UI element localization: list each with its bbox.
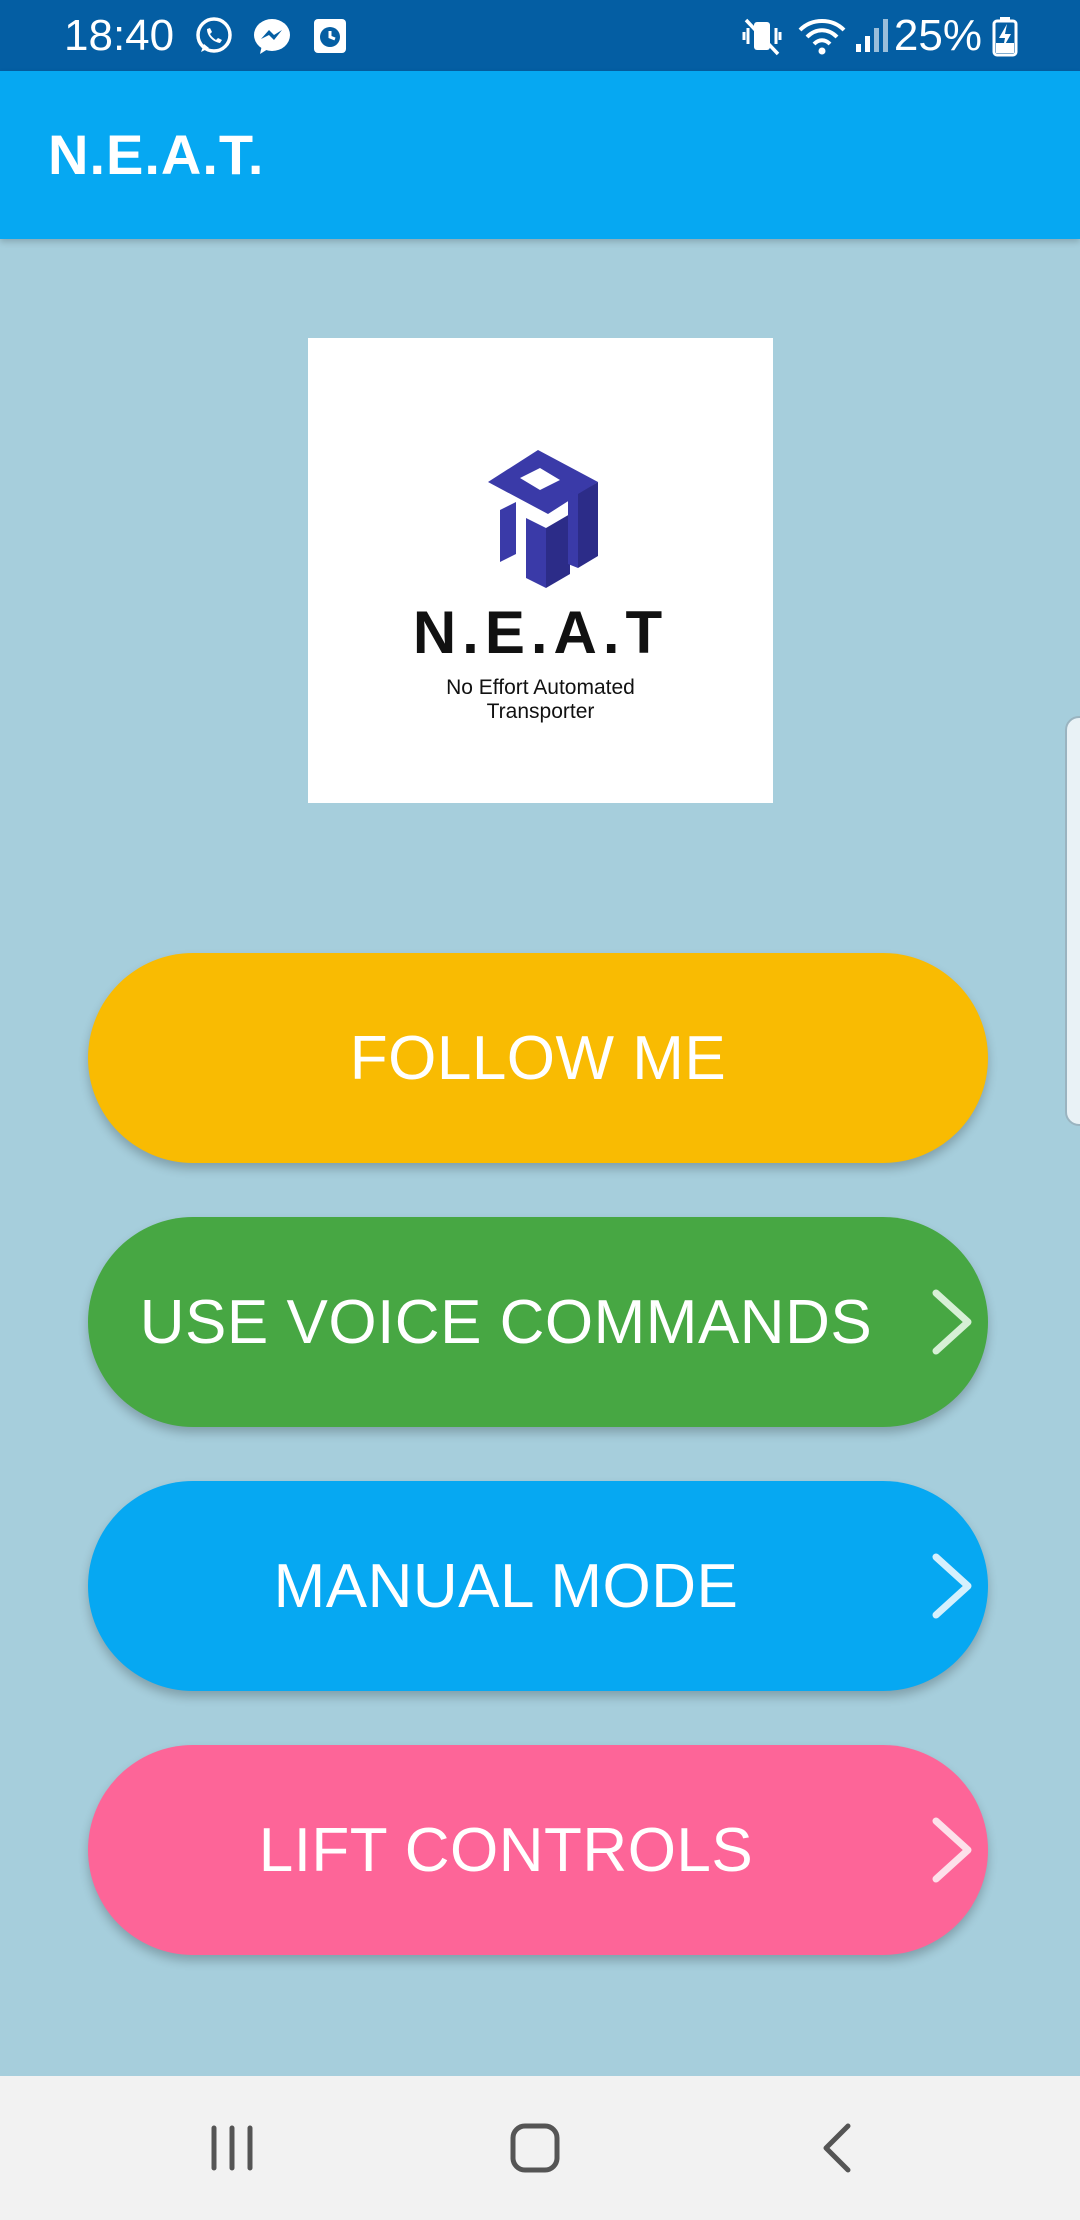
messenger-icon xyxy=(250,14,294,58)
lift-controls-button-label: LIFT CONTROLS xyxy=(258,1815,754,1885)
logo-subtitle: No Effort Automated Transporter xyxy=(308,676,773,724)
logo-card: N.E.A.T No Effort Automated Transporter xyxy=(308,338,773,803)
recents-button[interactable] xyxy=(182,2098,282,2198)
navigation-bar xyxy=(0,2076,1080,2220)
voice-commands-button-label: USE VOICE COMMANDS xyxy=(139,1287,873,1357)
chevron-right-icon xyxy=(932,1553,972,1619)
app-bar: N.E.A.T. xyxy=(0,71,1080,239)
wifi-icon xyxy=(796,14,848,58)
follow-me-button-label: FOLLOW ME xyxy=(349,1023,727,1093)
app-title: N.E.A.T. xyxy=(48,123,265,186)
follow-me-button[interactable]: FOLLOW ME xyxy=(88,953,988,1163)
app-screen: 18:40 25% N.E.A.T. N.E.A.T No Effort Aut… xyxy=(0,0,1080,2220)
signal-icon xyxy=(852,14,896,58)
mute-vibrate-icon xyxy=(740,14,784,58)
neat-logo-mark xyxy=(488,450,598,588)
chevron-right-icon xyxy=(932,1289,972,1355)
recents-icon xyxy=(211,2125,253,2171)
status-bar: 18:40 25% xyxy=(0,0,1080,71)
logo-subtitle-line1: No Effort Automated xyxy=(446,676,635,699)
battery-percent: 25% xyxy=(893,11,982,60)
manual-mode-button-label: MANUAL MODE xyxy=(273,1551,739,1621)
whatsapp-icon xyxy=(192,14,236,58)
back-icon xyxy=(823,2123,851,2173)
home-button[interactable] xyxy=(485,2098,585,2198)
edge-panel-handle[interactable] xyxy=(1065,716,1080,1126)
back-button[interactable] xyxy=(788,2098,888,2198)
battery-charging-icon xyxy=(990,14,1020,58)
chevron-right-icon xyxy=(932,1817,972,1883)
voice-commands-button[interactable]: USE VOICE COMMANDS xyxy=(88,1217,988,1427)
status-time: 18:40 xyxy=(64,11,175,60)
clock-app-icon xyxy=(308,14,352,58)
logo-subtitle-line2: Transporter xyxy=(486,700,595,723)
logo-title: N.E.A.T xyxy=(412,599,669,666)
home-icon xyxy=(510,2123,560,2173)
manual-mode-button[interactable]: MANUAL MODE xyxy=(88,1481,988,1691)
lift-controls-button[interactable]: LIFT CONTROLS xyxy=(88,1745,988,1955)
